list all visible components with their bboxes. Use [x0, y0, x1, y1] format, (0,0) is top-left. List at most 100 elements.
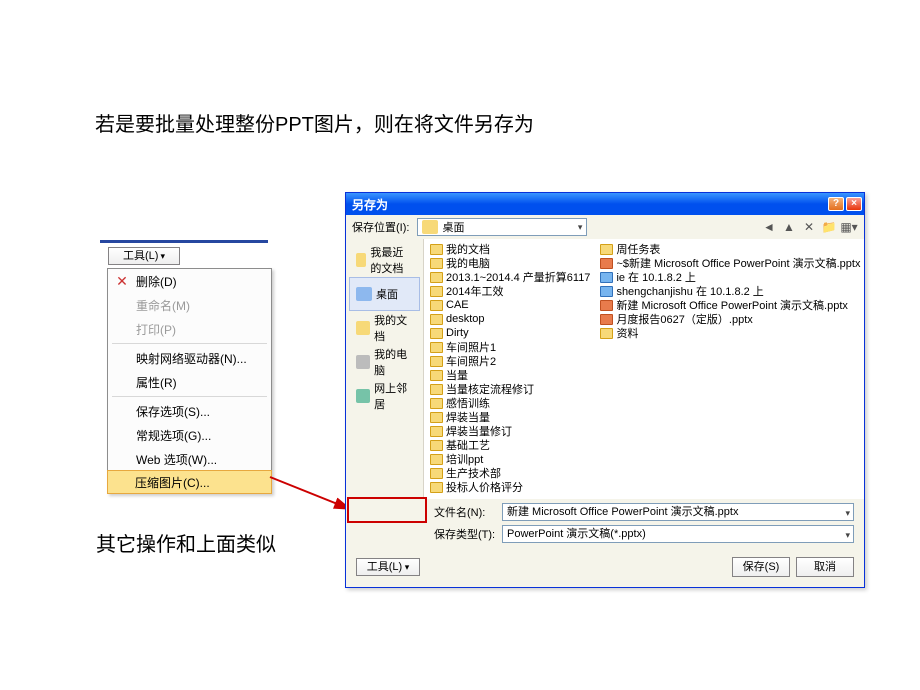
fold-icon [430, 328, 443, 339]
fold-icon [430, 244, 443, 255]
file-item[interactable]: 焊装当量 [430, 410, 590, 424]
views-icon[interactable]: ▦▾ [840, 218, 858, 236]
place-label: 桌面 [376, 286, 398, 302]
file-item[interactable]: 车间照片1 [430, 340, 590, 354]
file-name: 2014年工效 [446, 283, 503, 299]
annotation-highlight [347, 497, 427, 523]
delete-icon[interactable]: ✕ [800, 218, 818, 236]
file-item[interactable]: ~$新建 Microsoft Office PowerPoint 演示文稿.pp… [600, 256, 860, 270]
file-item[interactable]: 生产技术部 [430, 466, 590, 480]
new-folder-icon[interactable]: 📁 [820, 218, 838, 236]
file-item[interactable]: 焊装当量修订 [430, 424, 590, 438]
file-item[interactable]: Dirty [430, 326, 590, 340]
file-item[interactable]: 培训ppt [430, 452, 590, 466]
menu-item-compress-pictures[interactable]: 压缩图片(C)... [107, 470, 272, 494]
file-item[interactable]: 月度报告0627（定版）.pptx [600, 312, 860, 326]
filename-label: 文件名(N): [434, 504, 496, 520]
ie-icon [600, 272, 613, 283]
file-item[interactable]: 基础工艺 [430, 438, 590, 452]
network-icon [356, 389, 370, 403]
menu-item-general-options[interactable]: 常规选项(G)... [108, 423, 271, 447]
fold-icon [430, 314, 443, 325]
fold-icon [430, 384, 443, 395]
filename-input[interactable]: 新建 Microsoft Office PowerPoint 演示文稿.pptx [502, 503, 854, 521]
file-item[interactable]: 当量核定流程修订 [430, 382, 590, 396]
fold-icon [430, 454, 443, 465]
tools-button[interactable]: 工具(L) [356, 558, 420, 576]
file-item[interactable]: 新建 Microsoft Office PowerPoint 演示文稿.pptx [600, 298, 860, 312]
file-name: CAE [446, 299, 469, 311]
fold-icon [430, 356, 443, 367]
close-button[interactable]: × [846, 197, 862, 211]
file-item[interactable]: 投标人价格评分 [430, 480, 590, 494]
desktop-icon [356, 287, 372, 301]
file-item[interactable]: 资料 [600, 326, 860, 340]
place-network[interactable]: 网上邻居 [349, 379, 420, 413]
computer-icon [356, 355, 370, 369]
ie-icon [600, 286, 613, 297]
place-label: 我的电脑 [374, 346, 413, 378]
fold-icon [600, 244, 613, 255]
location-label: 保存位置(I): [352, 219, 409, 235]
menu-label: Web 选项(W)... [136, 451, 217, 468]
menu-label: 重命名(M) [136, 297, 190, 314]
file-name: desktop [446, 313, 485, 325]
menu-separator [112, 343, 267, 344]
back-icon[interactable]: ◄ [760, 218, 778, 236]
fold-icon [430, 370, 443, 381]
menu-item-save-options[interactable]: 保存选项(S)... [108, 399, 271, 423]
file-item[interactable]: 感悟训练 [430, 396, 590, 410]
fold-icon [430, 482, 443, 493]
file-item[interactable]: desktop [430, 312, 590, 326]
heading-note: 其它操作和上面类似 [96, 528, 276, 557]
location-toolbar: 保存位置(I): 桌面 ◄ ▲ ✕ 📁 ▦▾ [346, 215, 864, 239]
folder-icon [356, 321, 370, 335]
fold-icon [430, 272, 443, 283]
help-button[interactable]: ? [828, 197, 844, 211]
cancel-button[interactable]: 取消 [796, 557, 854, 577]
place-documents[interactable]: 我的文档 [349, 311, 420, 345]
file-item[interactable]: 当量 [430, 368, 590, 382]
file-item[interactable]: ie 在 10.1.8.2 上 [600, 270, 860, 284]
folder-icon [356, 253, 366, 267]
file-name: Dirty [446, 327, 469, 339]
save-button[interactable]: 保存(S) [732, 557, 790, 577]
save-as-dialog: 另存为 ? × 保存位置(I): 桌面 ◄ ▲ ✕ 📁 ▦▾ 我最近的文档 桌面… [345, 192, 865, 588]
fold-icon [600, 328, 613, 339]
menu-item-map-drive[interactable]: 映射网络驱动器(N)... [108, 346, 271, 370]
filetype-combo[interactable]: PowerPoint 演示文稿(*.pptx) [502, 525, 854, 543]
menu-item-web-options[interactable]: Web 选项(W)... [108, 447, 271, 471]
menu-separator [112, 396, 267, 397]
menu-item-properties[interactable]: 属性(R) [108, 370, 271, 394]
file-item[interactable]: 周任务表 [600, 242, 860, 256]
file-name: 资料 [616, 325, 638, 341]
menu-label: 打印(P) [136, 321, 176, 338]
place-desktop[interactable]: 桌面 [349, 277, 420, 311]
places-bar: 我最近的文档 桌面 我的文档 我的电脑 网上邻居 [346, 239, 424, 499]
fold-icon [430, 440, 443, 451]
file-list[interactable]: 我的文档我的电脑2013.1~2014.4 产量折算61172014年工效CAE… [424, 239, 864, 499]
menu-item-delete[interactable]: ✕ 删除(D) [108, 269, 271, 293]
delete-icon: ✕ [114, 273, 130, 289]
location-value: 桌面 [442, 219, 464, 235]
fold-icon [430, 342, 443, 353]
tools-button[interactable]: 工具(L) [108, 247, 180, 265]
file-item[interactable]: 我的文档 [430, 242, 590, 256]
dialog-actions: 工具(L) 保存(S) 取消 [346, 553, 864, 587]
location-combo[interactable]: 桌面 [417, 218, 587, 236]
up-icon[interactable]: ▲ [780, 218, 798, 236]
fold-icon [430, 468, 443, 479]
file-item[interactable]: 2014年工效 [430, 284, 590, 298]
fold-icon [430, 426, 443, 437]
menu-label: 常规选项(G)... [136, 427, 211, 444]
ppt-icon [600, 300, 613, 311]
place-computer[interactable]: 我的电脑 [349, 345, 420, 379]
file-item[interactable]: 我的电脑 [430, 256, 590, 270]
place-label: 网上邻居 [374, 380, 413, 412]
menu-label: 属性(R) [136, 374, 177, 391]
place-recent[interactable]: 我最近的文档 [349, 243, 420, 277]
file-item[interactable]: shengchanjishu 在 10.1.8.2 上 [600, 284, 860, 298]
file-item[interactable]: 车间照片2 [430, 354, 590, 368]
file-item[interactable]: 2013.1~2014.4 产量折算6117 [430, 270, 590, 284]
file-item[interactable]: CAE [430, 298, 590, 312]
